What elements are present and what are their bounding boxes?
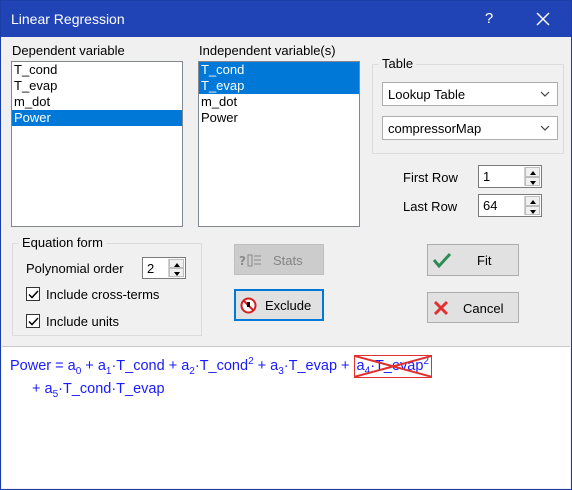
first-row-value: 1 bbox=[483, 169, 491, 184]
equation-display: Power = a0 + a1·T_cond + a2·T_cond2 + a3… bbox=[2, 346, 570, 488]
polynomial-order-label: Polynomial order bbox=[26, 261, 124, 276]
last-row-value: 64 bbox=[483, 198, 498, 213]
linear-regression-dialog: Linear Regression ? Dependent variable T… bbox=[0, 0, 572, 490]
first-row-down-button[interactable] bbox=[525, 176, 540, 186]
stats-button-label: Stats bbox=[273, 253, 303, 268]
fit-button[interactable]: Fit bbox=[427, 244, 519, 276]
table-name-value: compressorMap bbox=[388, 121, 482, 136]
equation-line-1: Power = a0 + a1·T_cond + a2·T_cond2 + a3… bbox=[10, 355, 432, 378]
independent-variable-item[interactable]: Power bbox=[199, 110, 359, 126]
excluded-term: a4·T_evap2 bbox=[353, 355, 432, 378]
arrow-up-icon bbox=[174, 263, 180, 267]
dependent-variable-item[interactable]: T_evap bbox=[12, 78, 182, 94]
dependent-variable-list[interactable]: T_cond T_evap m_dot Power bbox=[11, 61, 183, 227]
strike-x-icon bbox=[355, 356, 431, 377]
equation-term: a2·T_cond2 bbox=[181, 356, 253, 377]
fit-button-label: Fit bbox=[477, 253, 492, 268]
polynomial-order-spinner[interactable]: 2 bbox=[142, 257, 186, 279]
coefficient: a bbox=[67, 357, 76, 374]
last-row-down-button[interactable] bbox=[525, 205, 540, 215]
exclude-button[interactable]: Exclude bbox=[234, 289, 324, 321]
equation-term: a1·T_cond bbox=[97, 357, 165, 377]
stats-icon: ? bbox=[239, 254, 261, 268]
dependent-variable-item[interactable]: Power bbox=[12, 110, 182, 126]
checkmark-icon bbox=[28, 317, 39, 326]
variable-name: T_cond bbox=[199, 357, 249, 374]
table-group-title: Table bbox=[379, 56, 417, 71]
plus-sign: + bbox=[164, 357, 182, 374]
cancel-button[interactable]: Cancel bbox=[427, 292, 519, 323]
first-row-up-button[interactable] bbox=[525, 167, 540, 177]
include-units-checkbox[interactable] bbox=[26, 314, 40, 328]
dependent-variable-item[interactable]: T_cond bbox=[12, 62, 182, 78]
plus-sign: + bbox=[337, 357, 354, 374]
close-icon bbox=[536, 12, 550, 26]
chevron-down-icon bbox=[540, 91, 550, 97]
checkmark-icon bbox=[432, 252, 452, 269]
last-row-label: Last Row bbox=[403, 199, 458, 214]
dependent-variable-label: Dependent variable bbox=[12, 43, 125, 58]
last-row-spinner[interactable]: 64 bbox=[478, 194, 542, 217]
polynomial-order-value: 2 bbox=[147, 261, 155, 276]
equation-term: a3·T_evap bbox=[270, 357, 338, 377]
independent-variable-item[interactable]: T_cond bbox=[199, 62, 359, 78]
arrow-down-icon bbox=[530, 180, 536, 185]
window-title: Linear Regression bbox=[11, 11, 125, 27]
dependent-variable-item[interactable]: m_dot bbox=[12, 94, 182, 110]
stats-button[interactable]: ? Stats bbox=[234, 244, 324, 275]
arrow-down-icon bbox=[174, 272, 180, 276]
arrow-down-icon bbox=[530, 209, 536, 214]
include-cross-terms-checkbox[interactable] bbox=[26, 287, 40, 301]
svg-text:?: ? bbox=[239, 254, 246, 268]
variable-name: T_cond·T_evap bbox=[62, 381, 165, 397]
checkmark-icon bbox=[28, 290, 39, 299]
table-type-select[interactable]: Lookup Table bbox=[382, 82, 558, 106]
chevron-down-icon bbox=[540, 125, 550, 131]
independent-variable-item[interactable]: m_dot bbox=[199, 94, 359, 110]
variable-name: T_evap bbox=[288, 357, 338, 374]
independent-variable-item[interactable]: T_evap bbox=[199, 78, 359, 94]
equation-lhs: Power bbox=[10, 357, 52, 374]
include-units-label: Include units bbox=[46, 314, 119, 329]
independent-variables-label: Independent variable(s) bbox=[199, 43, 336, 58]
polynomial-order-up-button[interactable] bbox=[169, 259, 184, 268]
table-group: Table bbox=[372, 56, 564, 154]
table-type-value: Lookup Table bbox=[388, 87, 466, 102]
polynomial-order-down-button[interactable] bbox=[169, 268, 184, 277]
arrow-up-icon bbox=[530, 171, 536, 175]
coefficient: a bbox=[44, 381, 53, 397]
title-bar: Linear Regression ? bbox=[1, 1, 571, 37]
exclude-icon bbox=[240, 297, 257, 314]
first-row-label: First Row bbox=[403, 170, 458, 185]
cancel-button-label: Cancel bbox=[463, 301, 504, 316]
independent-variables-list[interactable]: T_cond T_evap m_dot Power bbox=[198, 61, 360, 227]
equation-line-2: + a5·T_cond·T_evap bbox=[32, 381, 165, 400]
equation-form-title: Equation form bbox=[19, 235, 106, 250]
arrow-up-icon bbox=[530, 200, 536, 204]
exclude-button-label: Exclude bbox=[265, 298, 312, 313]
help-button[interactable]: ? bbox=[479, 7, 499, 31]
plus-sign: + bbox=[81, 357, 98, 374]
plus-sign: + bbox=[253, 357, 271, 374]
include-cross-terms-label: Include cross-terms bbox=[46, 287, 160, 302]
equation-term: a5·T_cond·T_evap bbox=[44, 381, 165, 400]
table-name-select[interactable]: compressorMap bbox=[382, 116, 558, 140]
first-row-spinner[interactable]: 1 bbox=[478, 165, 542, 188]
last-row-up-button[interactable] bbox=[525, 196, 540, 206]
plus-sign: + bbox=[32, 381, 45, 397]
coefficient: a bbox=[97, 357, 106, 374]
variable-name: T_cond bbox=[116, 357, 165, 374]
equation-term: a0 bbox=[67, 357, 82, 377]
close-button[interactable] bbox=[531, 7, 555, 31]
close-icon bbox=[433, 300, 449, 316]
equals-sign: = bbox=[51, 357, 68, 374]
